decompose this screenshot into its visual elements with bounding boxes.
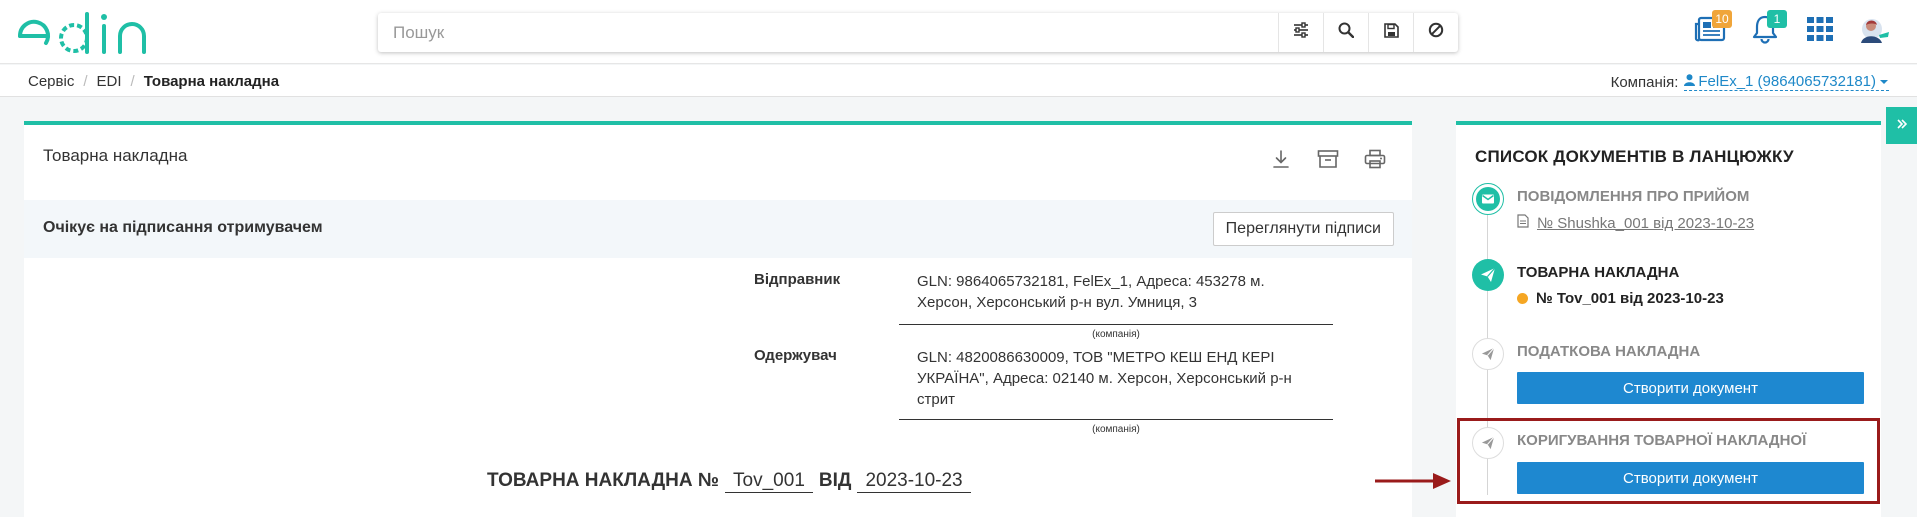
news-button[interactable]: 10 [1692,10,1732,48]
sliders-icon [1293,22,1309,43]
avatar-icon [1861,19,1889,43]
filter-button[interactable] [1278,13,1323,52]
ban-icon [1428,22,1444,43]
expand-panel-button[interactable] [1886,107,1917,144]
document-card: Товарна накладна Очікує на підписання от… [24,121,1412,517]
create-tax-invoice-button[interactable]: Створити документ [1517,372,1864,404]
chain-step-link-acceptance[interactable]: № Shushka_001 від 2023-10-23 [1517,214,1754,232]
save-search-button[interactable] [1368,13,1413,52]
print-button[interactable] [1361,147,1389,175]
paper-plane-active-icon [1472,259,1504,291]
clear-search-button[interactable] [1413,13,1458,52]
chain-title: СПИСОК ДОКУМЕНТІВ В ЛАНЦЮЖКУ [1475,147,1794,166]
double-chevron-right-icon [1896,117,1908,135]
breadcrumb-separator: / [83,73,88,90]
grid-icon [1807,16,1833,46]
pending-status-dot [1517,293,1528,304]
breadcrumb-item-edi[interactable]: EDI [97,73,122,90]
sender-caption: (компанія) [1092,329,1140,340]
document-status: Очікує на підписання отримувачем [43,219,323,236]
search-icon [1338,22,1355,43]
sender-underline [899,324,1333,325]
receiver-label: Одержувач [754,347,837,364]
breadcrumb-bar: Сервіс / EDI / Товарна накладна Компанія… [0,65,1917,97]
edin-logo[interactable] [16,10,161,56]
status-bar: Очікує на підписання отримувачем Перегля… [24,200,1412,258]
user-avatar[interactable] [1855,14,1891,48]
user-icon [1684,73,1696,90]
apps-grid-button[interactable] [1802,14,1838,48]
heading-date-label: ВІД [818,470,852,491]
archive-icon [1317,149,1339,174]
sender-label: Відправник [754,271,841,288]
breadcrumb-separator: / [130,73,135,90]
breadcrumb: Сервіс / EDI / Товарна накладна [28,73,279,90]
receiver-caption: (компанія) [1092,424,1140,435]
print-icon [1364,149,1386,174]
heading-prefix: ТОВАРНА НАКЛАДНА № [487,470,720,491]
chain-step-title-tax-invoice: ПОДАТКОВА НАКЛАДНА [1517,343,1701,360]
document-heading: ТОВАРНА НАКЛАДНА № Tov_001 ВІД 2023-10-2… [487,470,977,493]
download-button[interactable] [1267,147,1295,175]
sender-value: GLN: 9864065732181, FelEx_1, Адреса: 453… [917,273,1265,311]
company-label: Компанія: [1610,73,1679,91]
download-icon [1271,149,1291,174]
view-signatures-button[interactable]: Переглянути підписи [1212,212,1394,246]
annotation-arrow-icon [1375,471,1452,496]
receiver-value: GLN: 4820086630009, ТОВ "МЕТРО КЕШ ЕНД К… [917,349,1292,408]
waybill-document-number: № Tov_001 від 2023-10-23 [1536,290,1724,307]
document-number: Tov_001 [725,470,813,493]
document-date: 2023-10-23 [857,470,971,493]
search-input[interactable] [378,13,1278,52]
floppy-disk-icon [1383,22,1399,43]
chain-step-title-waybill: ТОВАРНА НАКЛАДНА [1517,264,1680,281]
file-icon [1517,214,1529,232]
search-button[interactable] [1323,13,1368,52]
notification-count-badge: 1 [1767,10,1787,28]
acceptance-document-link[interactable]: № Shushka_001 від 2023-10-23 [1537,215,1754,232]
envelope-icon [1472,183,1504,215]
top-bar: 10 1 [0,0,1917,64]
chain-step-title-acceptance: ПОВІДОМЛЕННЯ ПРО ПРИЙОМ [1517,188,1750,205]
company-selector: Компанія: FelEx_1 (9864065732181) [1611,73,1889,91]
highlight-box [1457,418,1880,504]
receiver-underline [899,419,1333,420]
document-title: Товарна накладна [43,146,188,165]
caret-down-icon [1879,73,1889,90]
search-box [378,13,1458,52]
breadcrumb-item-service[interactable]: Сервіс [28,73,74,90]
chain-step-current-waybill: № Tov_001 від 2023-10-23 [1517,290,1724,307]
paper-plane-icon [1472,338,1504,370]
news-count-badge: 10 [1712,10,1732,28]
archive-button[interactable] [1314,147,1342,175]
notifications-button[interactable]: 1 [1747,10,1787,48]
breadcrumb-current: Товарна накладна [143,73,280,90]
company-value: FelEx_1 (9864065732181) [1698,73,1876,90]
company-dropdown[interactable]: FelEx_1 (9864065732181) [1684,73,1889,91]
